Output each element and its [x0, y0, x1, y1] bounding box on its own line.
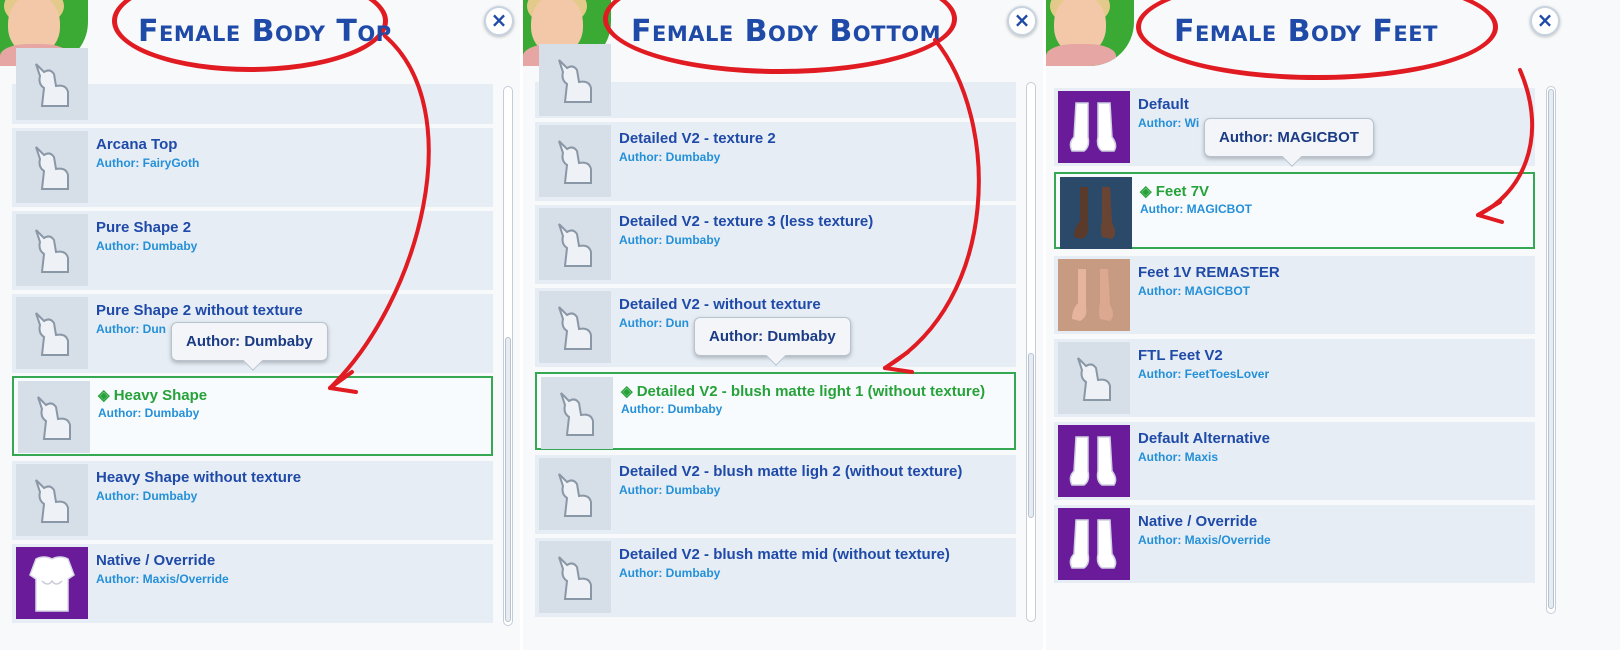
item-author: Author: Dumbaby: [96, 489, 198, 503]
list-item[interactable]: Detailed V2 - blush matte ligh 2 (withou…: [535, 453, 1016, 534]
scrollbar-thumb[interactable]: [1548, 89, 1554, 609]
item-name: Native / Override: [1138, 513, 1258, 530]
list-item[interactable]: Default Alternative Author: Maxis: [1054, 420, 1535, 500]
scrollbar-thumb[interactable]: [1028, 353, 1034, 518]
list-item[interactable]: Detailed V2 - texture 3 (less texture) A…: [535, 203, 1016, 284]
sim-avatar[interactable]: [1046, 0, 1134, 66]
item-name: Default Alternative: [1138, 430, 1270, 447]
item-name: Feet 1V REMASTER: [1138, 264, 1280, 281]
scrollbar[interactable]: [503, 86, 513, 626]
panel-female-body-feet: Female Body Feet × Default Author: Wi ◈ …: [1046, 0, 1620, 650]
feet-icon: [1058, 91, 1130, 163]
item-author: Author: Dumbaby: [98, 406, 200, 420]
list-item[interactable]: Arcana Top Author: FairyGoth: [12, 126, 493, 207]
item-name: Pure Shape 2: [96, 219, 192, 236]
panel-title: Female Body Bottom: [631, 14, 942, 49]
llama-icon: [16, 131, 88, 203]
tooltip-text: Author: Dumbaby: [709, 328, 836, 345]
item-author: Author: Dumbaby: [619, 233, 721, 247]
llama-icon: [16, 297, 88, 369]
list-item[interactable]: Native / Override Author: Maxis/Override: [12, 542, 493, 623]
item-name: Arcana Top: [96, 136, 178, 153]
item-name: Native / Override: [96, 552, 216, 569]
llama-icon: [18, 381, 90, 453]
item-author: Author: Maxis/Override: [1138, 533, 1271, 547]
item-name: Detailed V2 - texture 3 (less texture): [619, 213, 874, 230]
feet-photo-icon: [1060, 177, 1132, 249]
close-button[interactable]: ×: [1007, 6, 1037, 36]
llama-icon: [1058, 342, 1130, 414]
item-name: ◈ Feet 7V: [1140, 183, 1210, 200]
list-item[interactable]: Detailed V2 - blush matte mid (without t…: [535, 536, 1016, 617]
feet-icon: [1058, 508, 1130, 580]
item-author: Author: Dumbaby: [619, 150, 721, 164]
author-tooltip: Author: Dumbaby: [171, 322, 328, 371]
list-item[interactable]: [12, 48, 493, 124]
list-item[interactable]: Native / Override Author: Maxis/Override: [1054, 503, 1535, 583]
llama-icon: [541, 377, 613, 449]
item-author: Author: Dumbaby: [96, 239, 198, 253]
llama-icon: [16, 214, 88, 286]
item-name: Detailed V2 - texture 2: [619, 130, 776, 147]
tooltip-text: Author: Dumbaby: [186, 333, 313, 350]
list-item[interactable]: Pure Shape 2 Author: Dumbaby: [12, 209, 493, 290]
item-author: Author: FeetToesLover: [1138, 367, 1270, 381]
item-name: Default: [1138, 96, 1189, 113]
author-tooltip: Author: MAGICBOT: [1204, 118, 1374, 167]
list-item-selected[interactable]: ◈ Feet 7V Author: MAGICBOT: [1054, 172, 1535, 249]
item-author: Author: Dumbaby: [619, 566, 721, 580]
scrollbar[interactable]: [1546, 86, 1556, 614]
item-author: Author: Dun: [96, 322, 166, 336]
panel-female-body-bottom: Female Body Bottom × Detailed V2 - textu…: [523, 0, 1043, 650]
item-name: Detailed V2 - blush matte ligh 2 (withou…: [619, 463, 963, 480]
item-author: Author: Wi: [1138, 116, 1200, 130]
close-button[interactable]: ×: [484, 6, 514, 36]
feet-icon: [1058, 425, 1130, 497]
scrollbar[interactable]: [1026, 82, 1036, 622]
panel-title: Female Body Feet: [1174, 14, 1438, 49]
list-item[interactable]: [535, 44, 1016, 118]
llama-icon: [539, 291, 611, 363]
item-author: Author: Dumbaby: [621, 402, 723, 416]
item-author: Author: Maxis: [1138, 450, 1219, 464]
item-author: Author: Dun: [619, 316, 689, 330]
llama-icon: [539, 125, 611, 197]
item-author: Author: MAGICBOT: [1140, 202, 1252, 216]
llama-icon: [16, 48, 88, 120]
llama-icon: [539, 541, 611, 613]
item-name: Detailed V2 - blush matte mid (without t…: [619, 546, 950, 563]
list-item-selected[interactable]: ◈ Heavy Shape Author: Dumbaby: [12, 376, 493, 456]
item-name: Detailed V2 - without texture: [619, 296, 821, 313]
list-item[interactable]: Feet 1V REMASTER Author: MAGICBOT: [1054, 254, 1535, 334]
list-item[interactable]: FTL Feet V2 Author: FeetToesLover: [1054, 337, 1535, 417]
item-name: Pure Shape 2 without texture: [96, 302, 303, 319]
close-button[interactable]: ×: [1530, 6, 1560, 36]
llama-icon: [539, 458, 611, 530]
scrollbar-thumb[interactable]: [505, 337, 511, 622]
item-name: Heavy Shape without texture: [96, 469, 302, 486]
llama-icon: [539, 44, 611, 116]
item-author: Author: Maxis/Override: [96, 572, 229, 586]
author-tooltip: Author: Dumbaby: [694, 317, 851, 366]
list-item[interactable]: Heavy Shape without texture Author: Dumb…: [12, 459, 493, 540]
item-author: Author: Dumbaby: [619, 483, 721, 497]
panel-title: Female Body Top: [138, 14, 392, 49]
item-author: Author: MAGICBOT: [1138, 284, 1250, 298]
list-item-selected[interactable]: ◈ Detailed V2 - blush matte light 1 (wit…: [535, 372, 1016, 450]
item-author: Author: FairyGoth: [96, 156, 200, 170]
panel-female-body-top: Female Body Top × Arcana Top Author: Fai…: [0, 0, 520, 650]
feet-photo-icon: [1058, 259, 1130, 331]
list-item[interactable]: Detailed V2 - texture 2 Author: Dumbaby: [535, 120, 1016, 201]
llama-icon: [16, 464, 88, 536]
item-name: ◈ Detailed V2 - blush matte light 1 (wit…: [621, 383, 986, 400]
torso-icon: [16, 547, 88, 619]
tooltip-text: Author: MAGICBOT: [1219, 129, 1359, 146]
item-name: FTL Feet V2: [1138, 347, 1223, 364]
item-name: ◈ Heavy Shape: [98, 387, 208, 404]
llama-icon: [539, 208, 611, 280]
